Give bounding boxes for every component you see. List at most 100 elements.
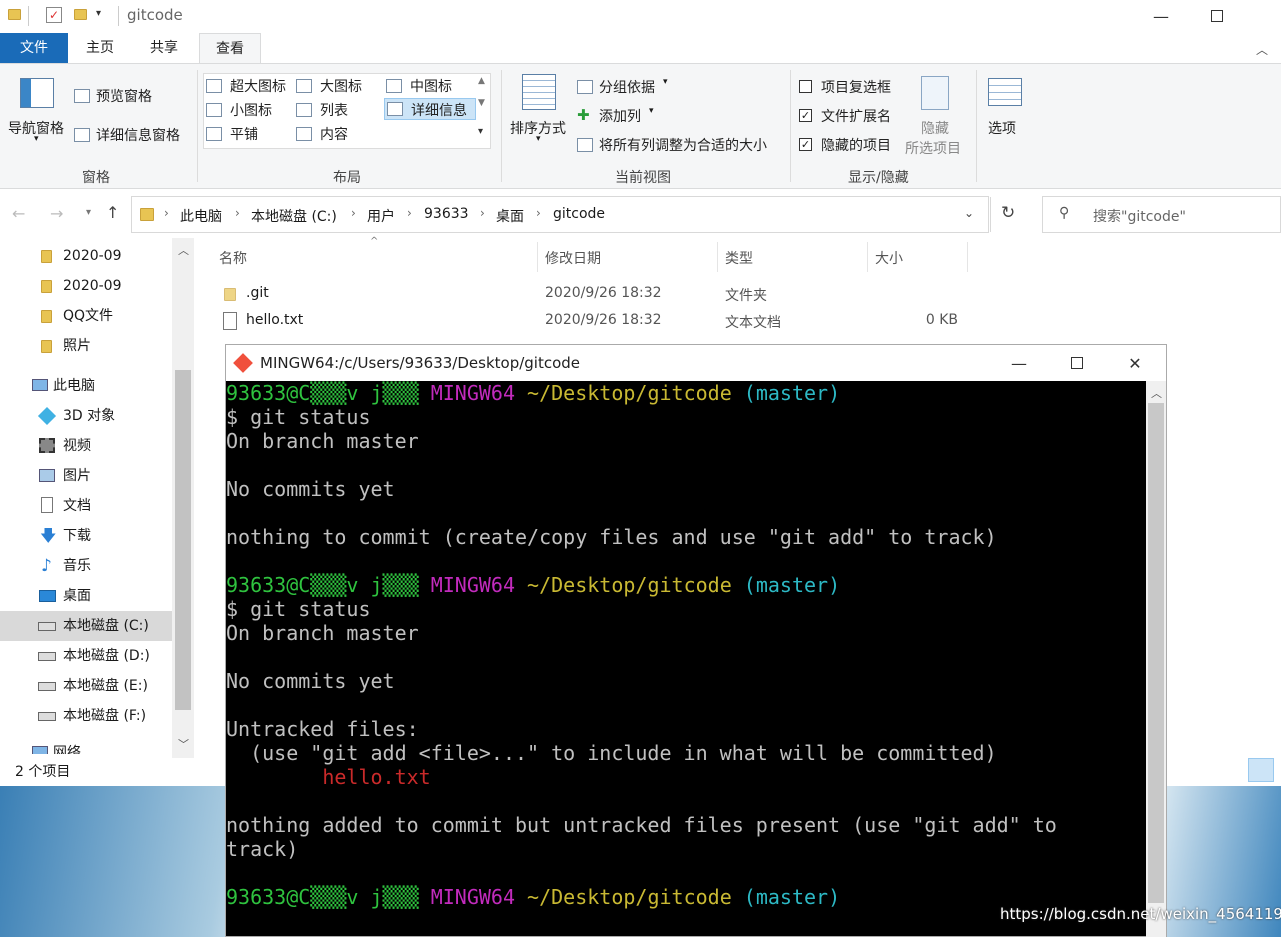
nav-item[interactable]: QQ文件 — [0, 301, 172, 331]
prompt-path: ~/Desktop/gitcode — [527, 573, 732, 597]
nav-item[interactable]: 2020-09 — [0, 241, 172, 271]
nav-item[interactable]: 网络 — [0, 738, 172, 754]
gallery-more[interactable]: ▾ — [478, 126, 483, 137]
checkbox-checked[interactable]: ✓ — [799, 109, 812, 122]
hide-selected-button[interactable]: 隐藏 所选项目 — [903, 72, 969, 157]
terminal-line: (use "git add <file>..." to include in w… — [226, 741, 1146, 765]
details-view-toggle[interactable] — [1248, 758, 1274, 782]
options-button[interactable]: 选项 — [984, 76, 1028, 142]
divider — [867, 242, 868, 272]
gallery-scroll-up[interactable]: ▲ — [478, 76, 485, 86]
breadcrumb-gitcode[interactable]: gitcode — [553, 206, 605, 222]
prompt-path: ~/Desktop/gitcode — [527, 885, 732, 909]
nav-item[interactable]: 3D 对象 — [0, 401, 172, 431]
terminal-output[interactable]: 93633@C▒▒▒v j▒▒▒ MINGW64 ~/Desktop/gitco… — [226, 381, 1146, 937]
breadcrumb-desktop[interactable]: 桌面 — [496, 206, 524, 226]
nav-item-this-pc[interactable]: 此电脑 — [0, 371, 172, 401]
git-icon — [233, 353, 253, 373]
terminal-prompt-line: 93633@C▒▒▒v j▒▒▒ MINGW64 ~/Desktop/gitco… — [226, 573, 1146, 597]
column-size[interactable]: 大小 — [875, 248, 903, 272]
nav-item[interactable]: ♪ 音乐 — [0, 551, 172, 581]
up-arrow-icon[interactable]: ↑ — [106, 203, 119, 222]
grid-icon — [296, 79, 312, 93]
refresh-icon[interactable]: ↻ — [1001, 203, 1015, 223]
terminal-line: On branch master — [226, 621, 1146, 645]
search-icon: ⚲ — [1059, 205, 1070, 221]
breadcrumb-user[interactable]: 93633 — [424, 206, 469, 222]
terminal-title-bar[interactable]: MINGW64:/c/Users/93633/Desktop/gitcode —… — [226, 345, 1166, 381]
sort-ascending-icon: ^ — [370, 236, 379, 247]
nav-item[interactable]: 图片 — [0, 461, 172, 491]
nav-pane-button[interactable]: 导航窗格 ▾ — [8, 70, 70, 148]
nav-item[interactable]: 本地磁盘 (E:) — [0, 671, 172, 701]
column-name[interactable]: 名称 — [219, 248, 247, 272]
chevron-right-icon[interactable]: › — [351, 206, 356, 220]
divider — [976, 70, 977, 182]
maximize-button[interactable] — [1194, 0, 1240, 32]
recent-locations-icon[interactable]: ▾ — [86, 207, 91, 218]
chevron-right-icon[interactable]: › — [480, 206, 485, 220]
search-box[interactable]: ⚲ 搜索"gitcode" — [1042, 196, 1281, 233]
nav-item[interactable]: 桌面 — [0, 581, 172, 611]
tab-share[interactable]: 共享 — [134, 33, 194, 63]
nav-item-selected[interactable]: 本地磁盘 (C:) — [0, 611, 172, 641]
text-file-icon — [223, 312, 237, 330]
terminal-scrollbar[interactable]: ︿ — [1146, 381, 1166, 937]
tab-home[interactable]: 主页 — [70, 33, 130, 63]
chevron-right-icon[interactable]: › — [407, 206, 412, 220]
scroll-up-arrow-icon[interactable]: ︿ — [1151, 385, 1162, 401]
address-bar[interactable]: › 此电脑 › 本地磁盘 (C:) › 用户 › 93633 › 桌面 › gi… — [131, 196, 1015, 233]
sort-by-button[interactable]: 排序方式 ▾ — [508, 72, 572, 152]
minimize-button[interactable]: — — [1138, 0, 1184, 32]
prompt-host: MINGW64 — [430, 885, 515, 909]
chevron-down-icon: ▾ — [649, 106, 654, 116]
gallery-scroll-down[interactable]: ▼ — [478, 98, 485, 108]
close-button[interactable]: ✕ — [1112, 347, 1158, 379]
forward-arrow-icon[interactable]: → — [50, 204, 63, 223]
checkbox[interactable] — [799, 80, 812, 93]
scroll-down-arrow-icon[interactable]: ﹀ — [178, 736, 189, 752]
file-row[interactable]: hello.txt 2020/9/26 18:32 文本文档 0 KB — [215, 311, 975, 335]
fit-columns-icon — [577, 138, 593, 152]
breadcrumb-users[interactable]: 用户 — [367, 206, 395, 226]
scroll-thumb[interactable] — [1148, 403, 1164, 903]
nav-item[interactable]: 🡇 下载 — [0, 521, 172, 551]
divider — [118, 6, 119, 26]
nav-item[interactable]: 照片 — [0, 331, 172, 361]
column-date[interactable]: 修改日期 — [545, 248, 601, 272]
terminal-window[interactable]: MINGW64:/c/Users/93633/Desktop/gitcode —… — [225, 344, 1167, 937]
tab-file[interactable]: 文件 — [0, 33, 68, 63]
back-arrow-icon[interactable]: ← — [12, 204, 25, 223]
nav-item[interactable]: 本地磁盘 (D:) — [0, 641, 172, 671]
nav-item[interactable]: 视频 — [0, 431, 172, 461]
nav-scrollbar[interactable]: ︿ ﹀ — [172, 238, 194, 758]
chevron-right-icon[interactable]: › — [164, 206, 169, 220]
properties-icon[interactable]: ✓ — [46, 7, 62, 23]
maximize-button[interactable] — [1054, 347, 1100, 379]
nav-item[interactable]: 本地磁盘 (F:) — [0, 701, 172, 731]
new-folder-icon[interactable] — [74, 9, 87, 20]
scroll-up-arrow-icon[interactable]: ︿ — [178, 242, 189, 258]
terminal-title: MINGW64:/c/Users/93633/Desktop/gitcode — [260, 354, 581, 372]
layout-details[interactable]: 详细信息 — [384, 98, 476, 120]
file-row[interactable]: .git 2020/9/26 18:32 文件夹 — [215, 284, 975, 308]
nav-item[interactable]: 文档 — [0, 491, 172, 521]
breadcrumb-drive-c[interactable]: 本地磁盘 (C:) — [251, 206, 337, 226]
prompt-branch: (master) — [743, 885, 841, 909]
chevron-right-icon[interactable]: › — [536, 206, 541, 220]
chevron-down-icon[interactable]: ⌄ — [964, 206, 974, 220]
chevron-up-icon[interactable]: ︿ — [1256, 41, 1268, 58]
tab-view[interactable]: 查看 — [199, 33, 261, 64]
nav-item[interactable]: 2020-09 — [0, 271, 172, 301]
breadcrumb-this-pc[interactable]: 此电脑 — [180, 206, 222, 226]
divider — [990, 197, 991, 232]
chevron-right-icon[interactable]: › — [235, 206, 240, 220]
scroll-thumb[interactable] — [175, 370, 191, 710]
column-type[interactable]: 类型 — [725, 248, 753, 272]
customize-toolbar-icon[interactable]: ▾ — [96, 8, 101, 19]
minimize-button[interactable]: — — [996, 347, 1042, 379]
checkbox-checked[interactable]: ✓ — [799, 138, 812, 151]
prompt-user: 93633@C▒▒▒v j▒▒▒ — [226, 885, 419, 909]
preview-pane-label: 预览窗格 — [96, 89, 152, 105]
